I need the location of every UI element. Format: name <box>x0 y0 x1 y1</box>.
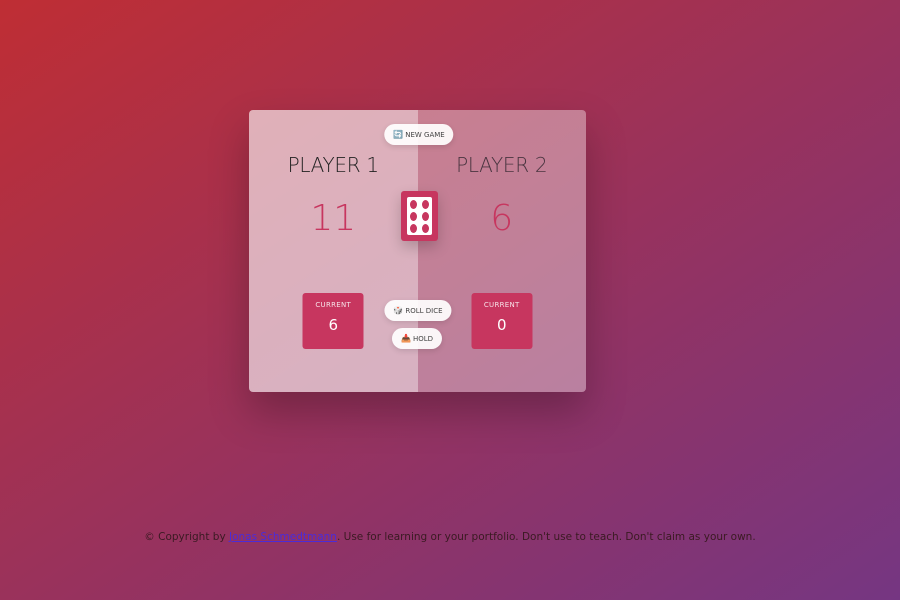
author-link[interactable]: Jonas Schmedtmann <box>229 531 337 543</box>
dice-icon: 🎲 <box>393 306 404 315</box>
player-1-panel: PLAYER 1 11 CURRENT 6 <box>249 110 418 392</box>
roll-dice-label: ROLL DICE <box>405 307 443 315</box>
copyright-footer: © Copyright by Jonas Schmedtmann. Use fo… <box>0 531 900 543</box>
player-2-current-box: CURRENT 0 <box>471 293 533 349</box>
dice-pip <box>422 224 429 233</box>
player-2-current-score: 0 <box>496 316 507 334</box>
player-2-name: PLAYER 2 <box>456 153 548 177</box>
refresh-icon: 🔄 <box>393 130 404 139</box>
footer-prefix: © Copyright by <box>144 531 229 543</box>
footer-suffix: . Use for learning or your portfolio. Do… <box>336 531 756 543</box>
player-2-score: 6 <box>490 198 514 239</box>
game-board: PLAYER 1 11 CURRENT 6 PLAYER 2 6 CURRENT… <box>249 110 586 392</box>
new-game-label: NEW GAME <box>405 131 445 139</box>
dice-pip <box>410 212 417 221</box>
dice-pip <box>410 200 417 209</box>
hold-label: HOLD <box>412 335 434 343</box>
roll-dice-button[interactable]: 🎲 ROLL DICE <box>384 300 452 321</box>
player-1-score: 11 <box>310 198 357 239</box>
dice-image <box>401 191 438 241</box>
dice-face <box>407 197 432 235</box>
player-1-name: PLAYER 1 <box>287 153 380 177</box>
dice-pip <box>422 200 429 209</box>
player-1-current-score: 6 <box>328 316 339 334</box>
dice-pip <box>410 224 417 233</box>
new-game-button[interactable]: 🔄 NEW GAME <box>384 124 454 145</box>
hold-button[interactable]: 📥 HOLD <box>391 328 443 349</box>
dice-pip <box>422 212 429 221</box>
player-1-current-label: CURRENT <box>315 301 352 309</box>
player-1-current-box: CURRENT 6 <box>302 293 364 349</box>
inbox-icon: 📥 <box>400 334 411 343</box>
player-2-current-label: CURRENT <box>483 301 520 309</box>
player-2-panel: PLAYER 2 6 CURRENT 0 <box>417 110 586 392</box>
